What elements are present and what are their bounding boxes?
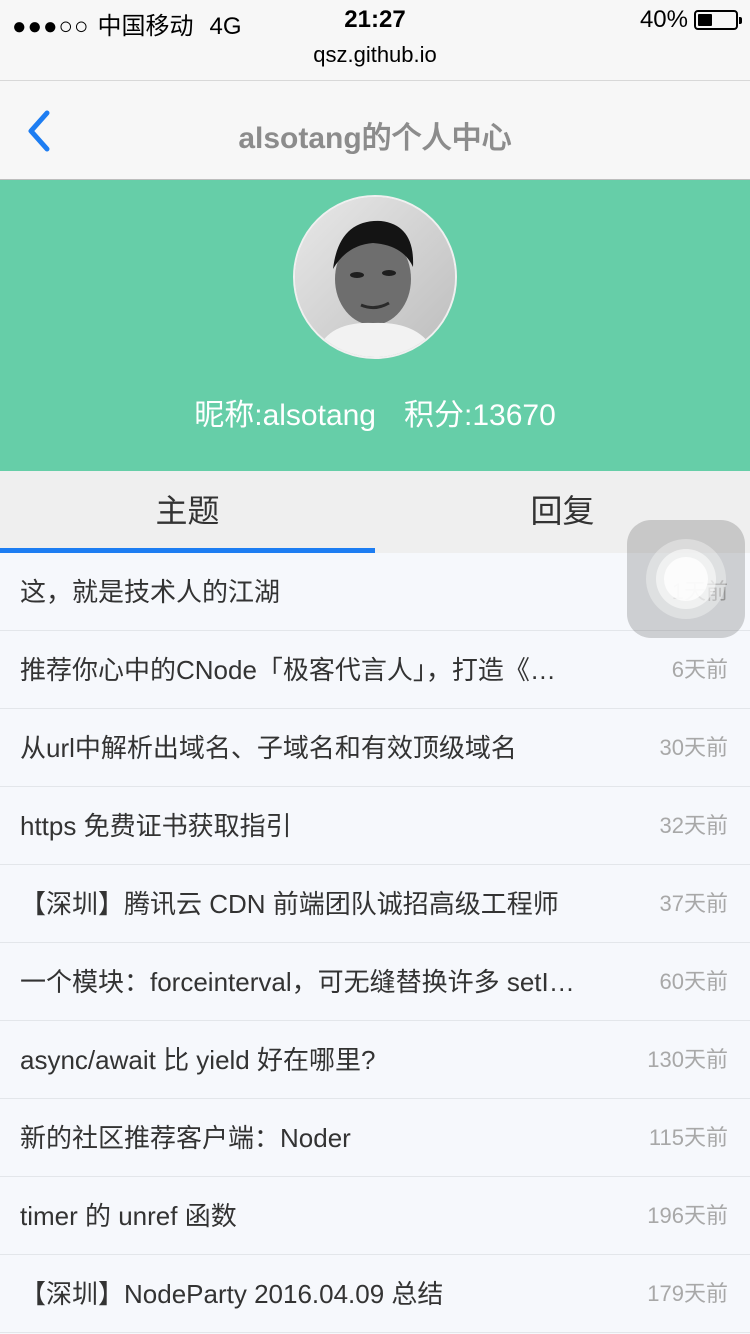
topic-time: 30天前 bbox=[659, 735, 728, 760]
battery-percent: 40% bbox=[639, 6, 688, 33]
topic-time: 196天前 bbox=[647, 1203, 728, 1228]
status-time: 21:27 bbox=[344, 6, 406, 33]
score: 积分:13670 bbox=[404, 399, 556, 432]
topic-title[interactable]: 新的社区推荐客户端：Noder bbox=[20, 1099, 618, 1177]
topic-time: 60天前 bbox=[659, 969, 728, 994]
avatar[interactable] bbox=[293, 195, 457, 359]
nav-bar: alsotang的个人中心 bbox=[0, 80, 750, 180]
status-right: 40% bbox=[639, 6, 742, 34]
tab-topics[interactable]: 主题 bbox=[0, 471, 375, 553]
topic-row[interactable]: 推荐你心中的CNode「极客代言人」，打造《… 6天前 bbox=[0, 631, 750, 709]
topic-row[interactable]: 【深圳】腾讯云 CDN 前端团队诚招高级工程师 37天前 bbox=[0, 865, 750, 943]
topic-title[interactable]: 推荐你心中的CNode「极客代言人」，打造《… bbox=[20, 631, 618, 709]
assistive-touch-button[interactable] bbox=[627, 520, 745, 638]
topic-row[interactable]: 新的社区推荐客户端：Noder 115天前 bbox=[0, 1099, 750, 1177]
page-title: alsotang的个人中心 bbox=[238, 122, 512, 155]
status-bar: ●●●○○ 中国移动 4G 21:27 40% qsz.github.io bbox=[0, 0, 750, 80]
profile-info: 昵称:alsotang 积分:13670 bbox=[0, 390, 750, 434]
battery-level bbox=[698, 14, 712, 26]
topic-list: 这，就是技术人的江湖1天前推荐你心中的CNode「极客代言人」，打造《…6天前从… bbox=[0, 553, 750, 1333]
topic-time: 6天前 bbox=[671, 657, 728, 682]
topic-row[interactable]: 【深圳】NodeParty 2016.04.09 总结 179天前 bbox=[0, 1255, 750, 1333]
profile-header: 昵称:alsotang 积分:13670 bbox=[0, 180, 750, 471]
topic-title[interactable]: https 免费证书获取指引 bbox=[20, 787, 618, 865]
topic-time: 179天前 bbox=[647, 1281, 728, 1306]
topic-title[interactable]: async/await 比 yield 好在哪里? bbox=[20, 1021, 618, 1099]
topic-time: 115天前 bbox=[648, 1125, 728, 1150]
topic-title[interactable]: timer 的 unref 函数 bbox=[20, 1177, 618, 1255]
topic-title[interactable]: 这，就是技术人的江湖 bbox=[20, 553, 618, 631]
topic-time: 32天前 bbox=[659, 813, 728, 838]
page-url[interactable]: qsz.github.io bbox=[0, 42, 750, 68]
topic-title[interactable]: 从url中解析出域名、子域名和有效顶级域名 bbox=[20, 709, 618, 787]
topic-title[interactable]: 【深圳】腾讯云 CDN 前端团队诚招高级工程师 bbox=[20, 865, 618, 943]
topic-row[interactable]: timer 的 unref 函数 196天前 bbox=[0, 1177, 750, 1255]
nickname: 昵称:alsotang bbox=[194, 399, 376, 432]
topic-time: 130天前 bbox=[647, 1047, 728, 1072]
topic-row[interactable]: https 免费证书获取指引 32天前 bbox=[0, 787, 750, 865]
topic-row[interactable]: 一个模块：forceinterval，可无缝替换许多 setI… 60天前 bbox=[0, 943, 750, 1021]
topic-title[interactable]: 【深圳】NodeParty 2016.04.09 总结 bbox=[20, 1255, 618, 1333]
topic-row[interactable]: async/await 比 yield 好在哪里? 130天前 bbox=[0, 1021, 750, 1099]
topic-title[interactable]: 一个模块：forceinterval，可无缝替换许多 setI… bbox=[20, 943, 618, 1021]
topic-time: 37天前 bbox=[659, 891, 728, 916]
avatar-photo bbox=[295, 197, 455, 357]
topic-row[interactable]: 从url中解析出域名、子域名和有效顶级域名 30天前 bbox=[0, 709, 750, 787]
battery-icon bbox=[694, 10, 742, 30]
